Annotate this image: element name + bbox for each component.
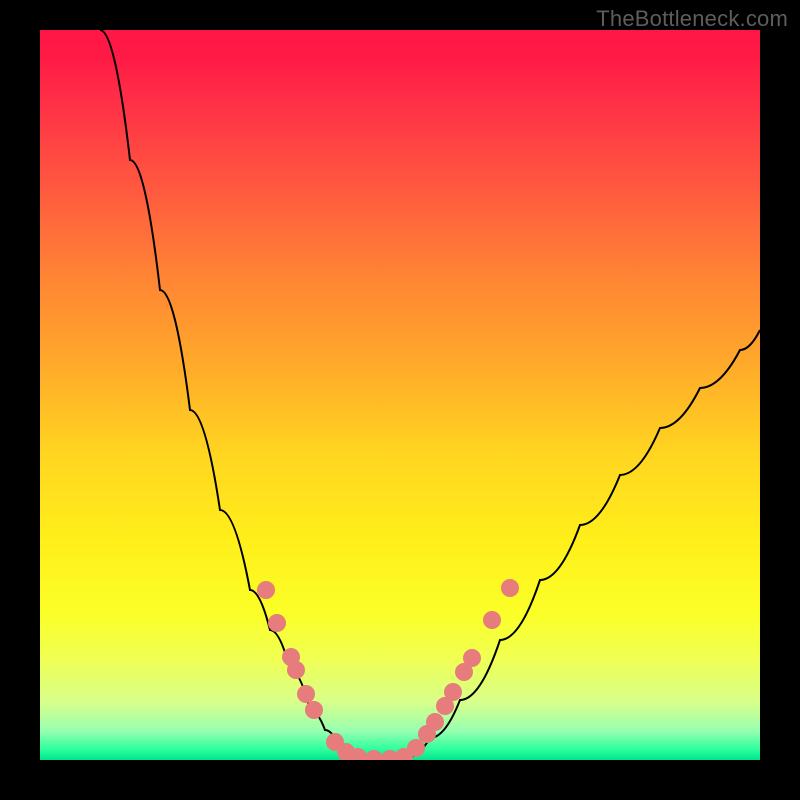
marker-dot [297, 685, 315, 703]
marker-dot [365, 750, 383, 760]
marker-dot [287, 661, 305, 679]
marker-dot [444, 683, 462, 701]
chart-frame: TheBottleneck.com [0, 0, 800, 800]
curve-layer [40, 30, 760, 760]
marker-dot [257, 581, 275, 599]
marker-dot [426, 713, 444, 731]
marker-dot [463, 649, 481, 667]
watermark-text: TheBottleneck.com [596, 6, 788, 32]
left-curve [100, 30, 352, 758]
marker-dot [483, 611, 501, 629]
marker-dot [407, 739, 425, 757]
plot-area [40, 30, 760, 760]
marker-dot [268, 614, 286, 632]
marker-group [257, 579, 519, 760]
marker-dot [501, 579, 519, 597]
valley-curve [100, 30, 760, 760]
marker-dot [305, 701, 323, 719]
